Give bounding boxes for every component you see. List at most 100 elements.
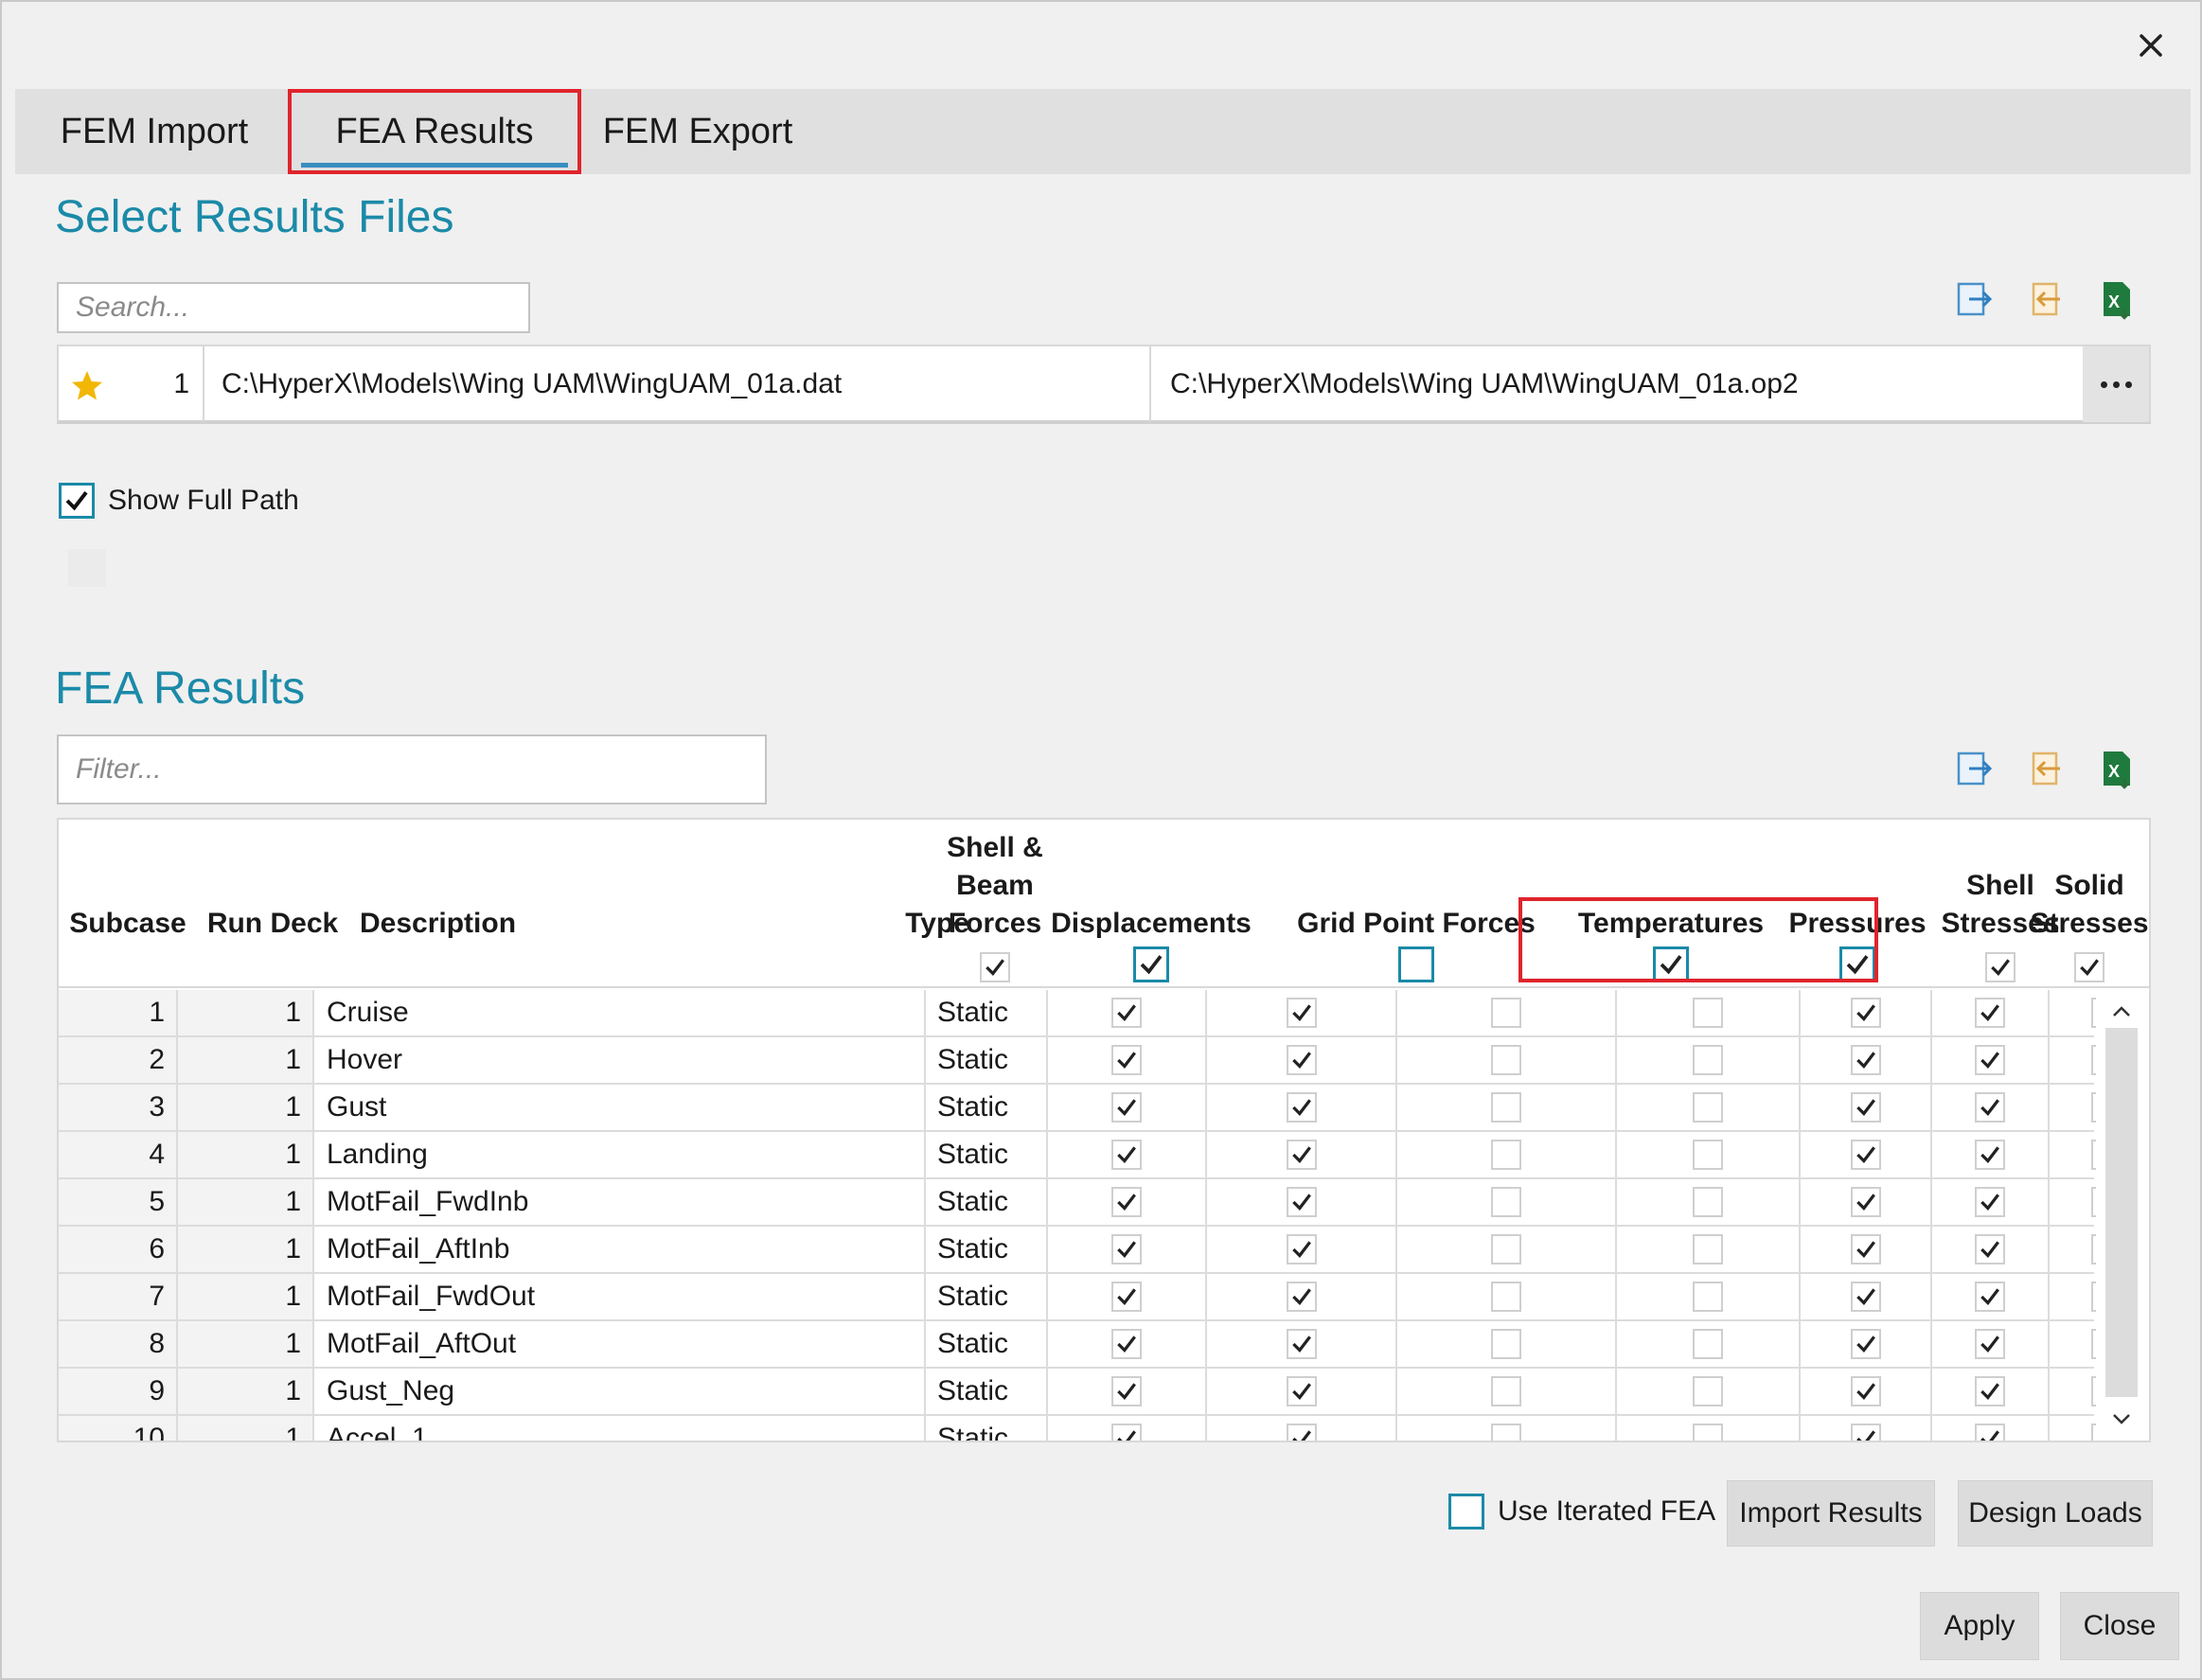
check-shell-beam-forces[interactable] — [1111, 1234, 1142, 1264]
table-row[interactable]: 2 1 Hover Static — [59, 1037, 2122, 1085]
import-results-button[interactable]: Import Results — [1727, 1480, 1935, 1547]
check-grid-point-forces[interactable] — [1491, 1140, 1521, 1170]
table-row[interactable]: 3 1 Gust Static — [59, 1085, 2122, 1132]
check-shell-beam-forces[interactable] — [1111, 1376, 1142, 1406]
check-pressures[interactable] — [1850, 998, 1881, 1028]
check-temperatures[interactable] — [1693, 1045, 1723, 1075]
check-displacements[interactable] — [1286, 998, 1317, 1028]
check-grid-point-forces[interactable] — [1491, 1376, 1521, 1406]
favorite-star-icon[interactable] — [68, 367, 106, 405]
close-dialog-button[interactable] — [2128, 23, 2174, 68]
check-displacements[interactable] — [1286, 1234, 1317, 1264]
excel-icon[interactable]: X — [2096, 278, 2138, 320]
table-row[interactable]: 7 1 MotFail_FwdOut Static — [59, 1274, 2122, 1321]
check-grid-point-forces[interactable] — [1491, 1282, 1521, 1312]
check-shell-beam-forces[interactable] — [1111, 1187, 1142, 1217]
header-check-displacements[interactable] — [1133, 946, 1169, 982]
check-shell-stresses[interactable] — [1975, 1045, 2005, 1075]
check-temperatures[interactable] — [1693, 1187, 1723, 1217]
search-input[interactable]: Search... — [57, 282, 530, 333]
import-icon[interactable] — [2024, 748, 2066, 789]
check-shell-stresses[interactable] — [1975, 1187, 2005, 1217]
results-file-path[interactable]: C:\HyperX\Models\Wing UAM\WingUAM_01a.op… — [1170, 346, 1799, 422]
check-temperatures[interactable] — [1693, 1329, 1723, 1359]
header-check-pressures[interactable] — [1839, 946, 1875, 982]
header-displacements[interactable]: Displacements — [1041, 820, 1261, 988]
check-shell-beam-forces[interactable] — [1111, 1140, 1142, 1170]
table-row[interactable]: 10 1 Accel_1 Static — [59, 1416, 2122, 1441]
check-shell-beam-forces[interactable] — [1111, 1045, 1142, 1075]
header-check-grid-point-forces[interactable] — [1398, 946, 1434, 982]
design-loads-button[interactable]: Design Loads — [1958, 1480, 2153, 1547]
check-temperatures[interactable] — [1693, 1234, 1723, 1264]
table-row[interactable]: 1 1 Cruise Static — [59, 990, 2122, 1037]
show-full-path-option[interactable]: Show Full Path — [59, 483, 299, 519]
check-grid-point-forces[interactable] — [1491, 998, 1521, 1028]
check-shell-stresses[interactable] — [1975, 1376, 2005, 1406]
table-row[interactable]: 6 1 MotFail_AftInb Static — [59, 1227, 2122, 1274]
export-icon[interactable] — [1954, 748, 1996, 789]
header-description[interactable]: Description — [348, 820, 882, 988]
check-shell-stresses[interactable] — [1975, 1140, 2005, 1170]
check-displacements[interactable] — [1286, 1282, 1317, 1312]
check-shell-stresses[interactable] — [1975, 1329, 2005, 1359]
check-temperatures[interactable] — [1693, 1282, 1723, 1312]
check-shell-stresses[interactable] — [1975, 1092, 2005, 1123]
input-file-path[interactable]: C:\HyperX\Models\Wing UAM\WingUAM_01a.da… — [222, 346, 842, 422]
header-solid-stresses[interactable]: Solid Stresses — [2024, 820, 2149, 988]
scroll-down-icon[interactable] — [2105, 1403, 2138, 1435]
check-shell-beam-forces[interactable] — [1111, 998, 1142, 1028]
check-displacements[interactable] — [1286, 1376, 1317, 1406]
vertical-scrollbar[interactable] — [2096, 990, 2149, 1441]
check-temperatures[interactable] — [1693, 1140, 1723, 1170]
scrollbar-thumb[interactable] — [2105, 1028, 2138, 1397]
check-shell-stresses[interactable] — [1975, 998, 2005, 1028]
check-pressures[interactable] — [1850, 1187, 1881, 1217]
check-displacements[interactable] — [1286, 1092, 1317, 1123]
scroll-up-icon[interactable] — [2105, 996, 2138, 1028]
check-grid-point-forces[interactable] — [1491, 1045, 1521, 1075]
check-grid-point-forces[interactable] — [1491, 1187, 1521, 1217]
check-temperatures[interactable] — [1693, 1424, 1723, 1441]
check-shell-stresses[interactable] — [1975, 1282, 2005, 1312]
check-shell-stresses[interactable] — [1975, 1424, 2005, 1441]
excel-icon[interactable]: X — [2096, 748, 2138, 789]
tab-fem-import[interactable]: FEM Import — [28, 89, 280, 174]
header-check-temperatures[interactable] — [1653, 946, 1689, 982]
apply-button[interactable]: Apply — [1920, 1592, 2039, 1660]
check-displacements[interactable] — [1286, 1424, 1317, 1441]
check-pressures[interactable] — [1850, 1234, 1881, 1264]
use-iterated-fea-option[interactable]: Use Iterated FEA — [1448, 1494, 1715, 1530]
header-check-shell-stresses[interactable] — [1985, 952, 2016, 982]
check-shell-beam-forces[interactable] — [1111, 1329, 1142, 1359]
table-row[interactable]: 4 1 Landing Static — [59, 1132, 2122, 1179]
check-displacements[interactable] — [1286, 1187, 1317, 1217]
header-subcase[interactable]: Subcase — [59, 820, 197, 988]
table-row[interactable]: 8 1 MotFail_AftOut Static — [59, 1321, 2122, 1369]
results-file-row[interactable]: 1 C:\HyperX\Models\Wing UAM\WingUAM_01a.… — [57, 345, 2151, 424]
check-shell-beam-forces[interactable] — [1111, 1092, 1142, 1123]
check-shell-beam-forces[interactable] — [1111, 1424, 1142, 1441]
check-temperatures[interactable] — [1693, 998, 1723, 1028]
browse-more-button[interactable] — [2083, 346, 2149, 422]
import-icon[interactable] — [2024, 278, 2066, 320]
tab-fem-export[interactable]: FEM Export — [587, 89, 808, 174]
check-shell-beam-forces[interactable] — [1111, 1282, 1142, 1312]
check-pressures[interactable] — [1850, 1376, 1881, 1406]
check-displacements[interactable] — [1286, 1329, 1317, 1359]
table-row[interactable]: 9 1 Gust_Neg Static — [59, 1369, 2122, 1416]
show-full-path-checkbox[interactable] — [59, 483, 95, 519]
check-pressures[interactable] — [1850, 1092, 1881, 1123]
check-pressures[interactable] — [1850, 1329, 1881, 1359]
check-displacements[interactable] — [1286, 1045, 1317, 1075]
check-grid-point-forces[interactable] — [1491, 1329, 1521, 1359]
check-temperatures[interactable] — [1693, 1092, 1723, 1123]
check-pressures[interactable] — [1850, 1140, 1881, 1170]
tab-fea-results[interactable]: FEA Results — [288, 89, 581, 174]
check-grid-point-forces[interactable] — [1491, 1424, 1521, 1441]
header-check-shell-beam-forces[interactable] — [980, 952, 1010, 982]
check-shell-stresses[interactable] — [1975, 1234, 2005, 1264]
table-row[interactable]: 5 1 MotFail_FwdInb Static — [59, 1179, 2122, 1227]
check-pressures[interactable] — [1850, 1424, 1881, 1441]
check-grid-point-forces[interactable] — [1491, 1234, 1521, 1264]
